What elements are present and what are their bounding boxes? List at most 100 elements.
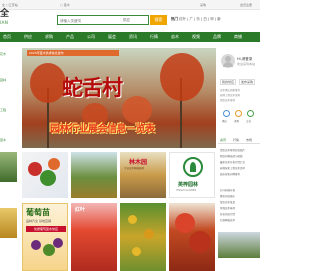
nav-item[interactable]: 公司 bbox=[87, 34, 95, 40]
welcome-text: 欢迎来到本站 bbox=[237, 62, 256, 66]
news-item[interactable]: 最新苗木价格行情汇总 bbox=[220, 160, 245, 164]
supply-icon[interactable] bbox=[223, 110, 230, 117]
ad-fruit-tree[interactable] bbox=[120, 203, 166, 271]
left-column: 花木 园林 工程 苗木 bbox=[0, 48, 19, 271]
nav-item[interactable]: 苗木 bbox=[171, 34, 179, 40]
nav-item[interactable]: 展会 bbox=[108, 34, 116, 40]
news-item[interactable]: 观赏树种选择与搭配 bbox=[220, 154, 243, 158]
my-supply-button[interactable]: 我的供应 bbox=[220, 79, 236, 85]
nav-item[interactable]: 资讯 bbox=[129, 34, 137, 40]
thumb-forest-garden[interactable]: 林木园 专业苗木种植基地 bbox=[120, 152, 166, 198]
left-tag[interactable]: 苗木 bbox=[0, 138, 6, 142]
tree-crown bbox=[175, 213, 195, 233]
quick-icons: 供应 求购 企业 bbox=[218, 110, 260, 124]
search-button[interactable]: 搜索 bbox=[150, 15, 167, 25]
tree-crown bbox=[30, 63, 66, 103]
tab-market[interactable]: 行情 bbox=[233, 138, 239, 142]
ad-subtitle: 品种齐全 基地直销 bbox=[26, 219, 51, 223]
banner-pager[interactable] bbox=[107, 141, 122, 148]
fruit-icon bbox=[128, 215, 137, 224]
thumb-plant[interactable] bbox=[22, 152, 68, 198]
ad-grape-seedling[interactable]: 葡萄苗 品种齐全 基地直销 优质葡萄苗木供应 bbox=[22, 203, 68, 271]
right-info-line[interactable]: 苗木供应商家推荐 bbox=[220, 88, 240, 92]
ad-title: 葡萄苗 bbox=[26, 207, 50, 217]
page: 全 □江苏站 □ 苗木 采购 会员注册 全 IAN 供应 搜索 热门 红叶 | … bbox=[0, 0, 260, 271]
left-thumb[interactable] bbox=[0, 208, 17, 238]
fruit-icon bbox=[144, 229, 154, 239]
leaf-shape bbox=[40, 170, 56, 186]
topbar-right2[interactable]: 会员注册 bbox=[240, 3, 252, 7]
post-purchase-button[interactable]: 发布采购 bbox=[239, 79, 255, 85]
list-item[interactable]: 银杏苗木批发 bbox=[220, 200, 235, 204]
banner-top-text: 2025年苗木供求信息发布 bbox=[27, 50, 119, 56]
supply-label: 供应 bbox=[222, 120, 228, 123]
company-sub: YINGZI GARDEN bbox=[176, 189, 197, 192]
nav-item[interactable]: 商铺 bbox=[234, 34, 242, 40]
list-item[interactable]: 樱花树苗报价 bbox=[220, 194, 235, 198]
nav-item[interactable]: 品牌 bbox=[213, 34, 221, 40]
nav-item[interactable]: 首页 bbox=[3, 34, 11, 40]
avatar-body bbox=[223, 62, 233, 67]
site-logo-sub: IAN bbox=[0, 20, 9, 25]
hot-links: 热门 红叶 | 广 | 乐 | 白 | 甲 | 新 bbox=[171, 17, 221, 22]
banner-brand: 蛇舌村 bbox=[62, 75, 123, 100]
yingzi-logo-icon bbox=[183, 157, 203, 177]
company-name: 英梓园林 bbox=[178, 182, 199, 188]
main-nav: 首页 供应 求购 产品 公司 展会 资讯 行情 苗木 视频 品牌 商铺 bbox=[0, 32, 260, 42]
nav-item[interactable]: 行情 bbox=[150, 34, 158, 40]
avatar[interactable] bbox=[221, 54, 235, 68]
tab-trade[interactable]: 市场 bbox=[246, 138, 252, 142]
topbar-left[interactable]: 全 □江苏站 bbox=[2, 3, 18, 7]
news-tabs: 资讯 行情 市场 bbox=[218, 138, 260, 144]
company-label: 企业 bbox=[246, 120, 252, 123]
search-box: 供应 bbox=[57, 15, 149, 25]
thumb-title: 林木园 bbox=[129, 159, 148, 166]
search-input[interactable] bbox=[60, 17, 120, 24]
site-logo[interactable]: 全 bbox=[0, 10, 9, 19]
right-info-line[interactable]: 优质苗木基地 bbox=[220, 98, 235, 102]
tree-crown bbox=[189, 231, 211, 253]
nav-item[interactable]: 求购 bbox=[45, 34, 53, 40]
leaf-shape bbox=[48, 158, 60, 170]
nav-item[interactable]: 产品 bbox=[66, 34, 74, 40]
right-info-line[interactable]: 园林工程苗木采购 bbox=[220, 93, 240, 97]
hot-link-list[interactable]: 红叶 | 广 | 乐 | 白 | 甲 | 新 bbox=[179, 17, 221, 21]
news-item[interactable]: 城市绿化树种推荐 bbox=[220, 172, 240, 176]
tree-crown bbox=[160, 53, 204, 101]
topbar-right1[interactable]: 采购 bbox=[200, 3, 206, 7]
topbar-mid[interactable]: □ 苗木 bbox=[60, 3, 70, 7]
thumb-nursery[interactable] bbox=[71, 152, 117, 198]
list-item[interactable]: 紫薇苗木基地 bbox=[220, 206, 235, 210]
ad-red-leaf[interactable]: 红叶 bbox=[71, 203, 117, 271]
thumb-subtitle: 专业苗木种植基地 bbox=[124, 167, 145, 170]
search-category[interactable]: 供应 bbox=[123, 18, 130, 23]
hot-label: 热门 bbox=[171, 17, 178, 21]
nav-item[interactable]: 视频 bbox=[192, 34, 200, 40]
thumb-yingzi[interactable]: 英梓园林 YINGZI GARDEN bbox=[169, 152, 215, 198]
thumb-row: 林木园 专业苗木种植基地 英梓园林 YINGZI GARDEN bbox=[22, 152, 216, 200]
ad-row: 葡萄苗 品种齐全 基地直销 优质葡萄苗木供应 红叶 bbox=[22, 203, 216, 271]
company-icon[interactable] bbox=[247, 110, 254, 117]
grape-icon bbox=[53, 238, 63, 248]
left-tag[interactable]: 工程 bbox=[0, 108, 6, 112]
tab-news[interactable]: 资讯 bbox=[220, 138, 226, 142]
left-tag[interactable]: 花木 bbox=[0, 52, 6, 56]
left-thumb[interactable] bbox=[0, 152, 17, 182]
left-tag[interactable]: 园林 bbox=[0, 78, 6, 82]
banner-slogan: 园林行业展会信息一览表 bbox=[50, 124, 155, 135]
ad-maple[interactable] bbox=[169, 203, 215, 271]
nav-item[interactable]: 供应 bbox=[24, 34, 32, 40]
ad-banner: 优质葡萄苗木供应 bbox=[26, 226, 66, 232]
list-item[interactable]: 红枫种植技术 bbox=[220, 218, 235, 222]
list-item[interactable]: 红叶石楠价格 bbox=[220, 188, 235, 192]
top-bar: 全 □江苏站 □ 苗木 采购 会员注册 bbox=[0, 0, 260, 10]
news-item[interactable]: 园林绿化工程苗木清单 bbox=[220, 166, 245, 170]
purchase-icon[interactable] bbox=[235, 110, 242, 117]
ad-title: 红叶 bbox=[75, 207, 86, 213]
purchase-label: 求购 bbox=[234, 120, 240, 123]
list-item[interactable]: 桂花树苗行情 bbox=[220, 212, 235, 216]
right-thumb[interactable] bbox=[218, 232, 260, 258]
hero-banner[interactable]: 2025年苗木供求信息发布 蛇舌村 园林行业展会信息一览表 bbox=[22, 48, 216, 148]
news-item[interactable]: 优质苗木基地实拍图片 bbox=[220, 148, 245, 152]
grape-icon bbox=[31, 240, 41, 250]
